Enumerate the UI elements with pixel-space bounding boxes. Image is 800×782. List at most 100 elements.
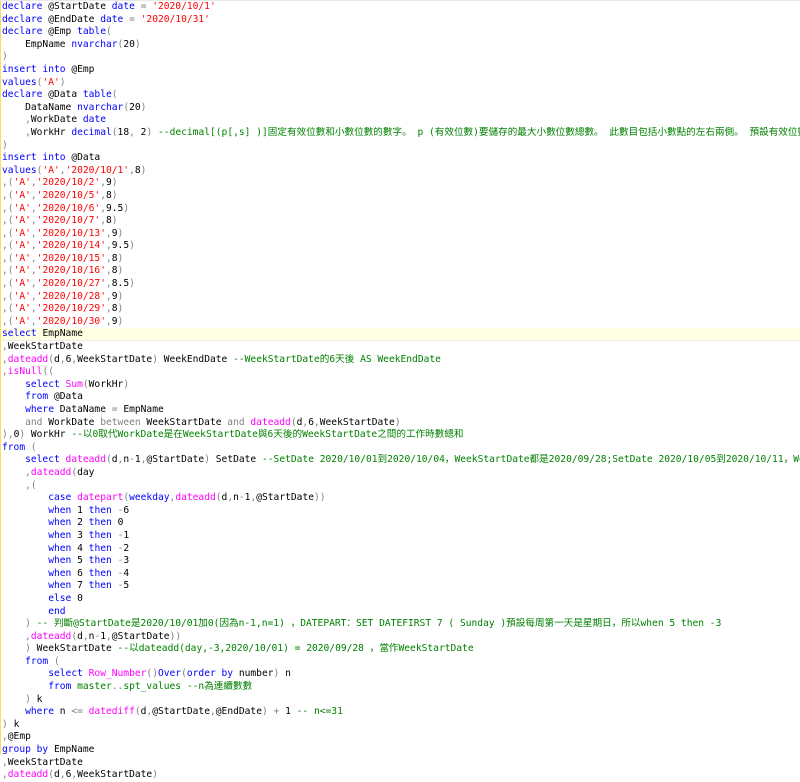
code-line[interactable]: ,WorkHr decimal(18, 2) --decimal[(p[,s] … bbox=[0, 127, 800, 140]
code-token: ) bbox=[152, 769, 158, 781]
code-line[interactable]: ,('A','2020/10/16',8) bbox=[0, 265, 800, 278]
code-token: then bbox=[88, 567, 118, 579]
code-line[interactable]: from ( bbox=[0, 656, 800, 669]
code-token: ) bbox=[2, 51, 8, 63]
code-line[interactable]: when 4 then -2 bbox=[0, 543, 800, 556]
code-token: datepart bbox=[77, 492, 124, 504]
code-line[interactable]: case datepart(weekday,dateadd(d,n-1,@Sta… bbox=[0, 492, 800, 505]
code-line[interactable]: else 0 bbox=[0, 593, 800, 606]
code-line[interactable]: select EmpName bbox=[0, 328, 800, 342]
code-line[interactable]: where n <= datediff(d,@StartDate,@EndDat… bbox=[0, 706, 800, 719]
code-line[interactable]: ),0) WorkHr --以0取代WorkDate是在WeekStartDat… bbox=[0, 429, 800, 442]
code-line[interactable]: ,('A','2020/10/29',8) bbox=[0, 303, 800, 316]
code-token: ,( bbox=[2, 479, 37, 491]
code-token: --以0取代WorkDate是在WeekStartDate與6天後的WeekSt… bbox=[71, 429, 464, 441]
code-line[interactable]: ) WeekStartDate --以dateadd(day,-3,2020/1… bbox=[0, 643, 800, 656]
code-line[interactable]: select Row_Number()Over(order by number)… bbox=[0, 668, 800, 681]
code-token: '2020/10/7' bbox=[36, 215, 101, 227]
code-token: 20 bbox=[129, 101, 141, 113]
code-line[interactable]: ,('A','2020/10/14',9.5) bbox=[0, 240, 800, 253]
code-line[interactable]: ,WeekStartDate bbox=[0, 341, 800, 354]
code-line[interactable]: ,WeekStartDate bbox=[0, 757, 800, 770]
code-line[interactable]: where DataName = EmpName bbox=[0, 404, 800, 417]
code-token: ,( bbox=[2, 240, 14, 252]
code-line[interactable]: declare @EndDate date = '2020/10/31' bbox=[0, 14, 800, 27]
code-line[interactable]: insert into @Data bbox=[0, 152, 800, 165]
code-token: , bbox=[129, 126, 141, 138]
code-token: nvarchar bbox=[77, 101, 124, 113]
code-line[interactable]: when 2 then 0 bbox=[0, 517, 800, 530]
code-line[interactable]: DataName nvarchar(20) bbox=[0, 102, 800, 115]
code-line[interactable]: ) k bbox=[0, 694, 800, 707]
code-token: @EndDate bbox=[215, 706, 262, 718]
code-token: ) bbox=[25, 618, 37, 630]
code-line[interactable]: ,('A','2020/10/2',9) bbox=[0, 177, 800, 190]
code-token: WeekStartDate bbox=[77, 353, 153, 365]
code-token: k bbox=[36, 693, 43, 705]
sql-editor[interactable]: declare @StartDate date = '2020/10/1' dec… bbox=[0, 0, 800, 780]
code-line[interactable]: ,('A','2020/10/27',8.5) bbox=[0, 278, 800, 291]
code-token: ,( bbox=[2, 215, 14, 227]
code-line[interactable]: declare @StartDate date = '2020/10/1' bbox=[0, 1, 800, 14]
code-token: WeekStartDate bbox=[146, 416, 228, 428]
code-line[interactable]: from master..spt_values --n為連續數數 bbox=[0, 681, 800, 694]
code-token: group by bbox=[2, 744, 54, 756]
code-token: ,( bbox=[2, 265, 14, 277]
code-line[interactable]: end bbox=[0, 606, 800, 619]
code-line[interactable]: group by EmpName bbox=[0, 744, 800, 757]
code-area[interactable]: declare @StartDate date = '2020/10/1' dec… bbox=[0, 1, 800, 782]
code-line[interactable]: when 7 then -5 bbox=[0, 580, 800, 593]
code-line[interactable]: ,('A','2020/10/6',9.5) bbox=[0, 203, 800, 216]
code-line[interactable]: declare @Emp table( bbox=[0, 26, 800, 39]
code-line[interactable]: ) bbox=[0, 51, 800, 64]
code-line[interactable]: ,dateadd(d,6,WeekStartDate) bbox=[0, 769, 800, 782]
code-line[interactable]: ,('A','2020/10/7',8) bbox=[0, 215, 800, 228]
code-line[interactable]: ,@Emp bbox=[0, 731, 800, 744]
code-token: @Data bbox=[48, 89, 83, 101]
code-line[interactable]: ,( bbox=[0, 480, 800, 493]
code-line[interactable]: ,('A','2020/10/28',9) bbox=[0, 291, 800, 304]
code-line[interactable]: ) bbox=[0, 140, 800, 153]
code-line[interactable]: when 5 then -3 bbox=[0, 555, 800, 568]
code-line[interactable]: declare @Data table( bbox=[0, 89, 800, 102]
editor-gutter-marker bbox=[0, 1, 1, 754]
code-line[interactable]: select Sum(WorkHr) bbox=[0, 379, 800, 392]
code-line[interactable]: ,dateadd(day bbox=[0, 467, 800, 480]
code-token: n bbox=[59, 706, 72, 718]
code-line[interactable]: EmpName nvarchar(20) bbox=[0, 39, 800, 52]
code-line[interactable]: ,('A','2020/10/5',8) bbox=[0, 190, 800, 203]
code-line[interactable]: ,('A','2020/10/30',9) bbox=[0, 316, 800, 329]
code-line[interactable]: ) k bbox=[0, 719, 800, 732]
code-line[interactable]: values('A','2020/10/1',8) bbox=[0, 165, 800, 178]
code-line[interactable]: select dateadd(d,n-1,@StartDate) SetDate… bbox=[0, 454, 800, 467]
code-token: else bbox=[48, 592, 78, 604]
code-token: decimal bbox=[71, 126, 112, 138]
code-token: 1 bbox=[285, 706, 297, 718]
code-token: ) bbox=[146, 126, 159, 138]
code-line[interactable]: ,dateadd(d,n-1,@StartDate)) bbox=[0, 631, 800, 644]
code-token: @Emp bbox=[7, 731, 31, 743]
code-line[interactable]: ,('A','2020/10/13',9) bbox=[0, 228, 800, 241]
code-line[interactable]: ,('A','2020/10/15',8) bbox=[0, 253, 800, 266]
code-line[interactable]: from @Data bbox=[0, 391, 800, 404]
code-token: 'A' bbox=[13, 290, 31, 302]
code-line[interactable]: ,WorkDate date bbox=[0, 114, 800, 127]
code-line[interactable]: insert into @Emp bbox=[0, 64, 800, 77]
code-token: 0 bbox=[77, 592, 83, 604]
code-line[interactable]: ) -- 判斷@StartDate是2020/10/01加0(因為n-1,n=1… bbox=[0, 618, 800, 631]
code-line[interactable]: when 1 then -6 bbox=[0, 505, 800, 518]
code-line[interactable]: when 6 then -4 bbox=[0, 568, 800, 581]
code-line[interactable]: values('A') bbox=[0, 77, 800, 90]
code-line[interactable]: ,dateadd(d,6,WeekStartDate) WeekEndDate … bbox=[0, 354, 800, 367]
code-line[interactable]: ,isNull(( bbox=[0, 366, 800, 379]
code-token: @StartDate bbox=[111, 630, 170, 642]
code-line[interactable]: from ( bbox=[0, 442, 800, 455]
code-line[interactable]: when 3 then -1 bbox=[0, 530, 800, 543]
code-token: WeekStartDate bbox=[319, 416, 395, 428]
code-token: -- 判斷@StartDate是2020/10/01加0(因為n-1,n=1) … bbox=[36, 618, 722, 630]
code-line[interactable]: and WorkDate between WeekStartDate and d… bbox=[0, 417, 800, 430]
